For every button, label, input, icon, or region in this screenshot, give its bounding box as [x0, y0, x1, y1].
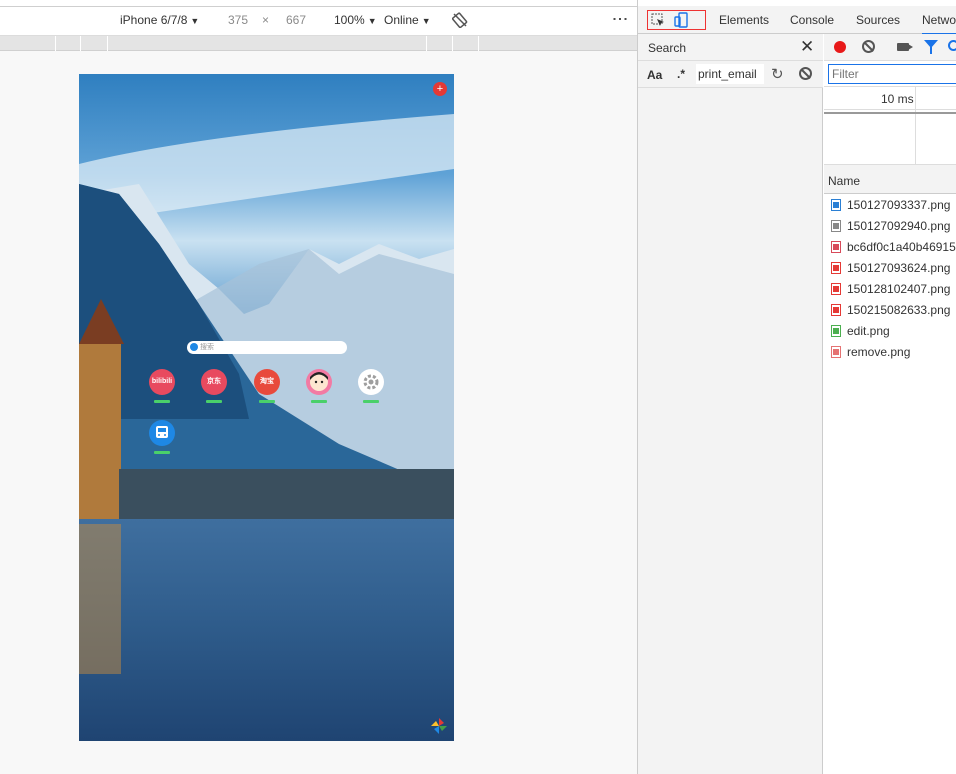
table-row[interactable]: edit.png [824, 320, 956, 341]
request-name: 150215082633.png [847, 303, 951, 317]
more-options-icon[interactable]: ⋮ [611, 11, 628, 27]
search-query-input[interactable] [696, 64, 764, 84]
timeline-label: 10 ms [881, 92, 914, 106]
add-button[interactable]: + [433, 82, 447, 96]
table-row[interactable]: 150127093337.png [824, 194, 956, 215]
file-image-icon [831, 283, 841, 295]
request-name: 150128102407.png [847, 282, 951, 296]
toolbar-divider [0, 6, 637, 7]
file-image-icon [831, 241, 841, 253]
network-toolbar [824, 34, 956, 61]
train-icon [156, 426, 168, 438]
camera-icon[interactable] [897, 43, 913, 51]
table-row[interactable]: 150215082633.png [824, 299, 956, 320]
app-label [363, 400, 379, 403]
settings-app-icon[interactable] [358, 369, 384, 395]
device-toolbar: iPhone 6/7/8 ▼ 375 × 667 100% ▼ Online ▼ ⋮ [0, 0, 637, 36]
request-name: 150127093624.png [847, 261, 951, 275]
search-input[interactable]: 搜索 [187, 341, 347, 354]
match-case-toggle[interactable]: Aa [647, 68, 662, 82]
timeline-overview[interactable]: 10 ms [824, 87, 956, 165]
phone-screen[interactable]: + 搜索 bilibili 京东 淘宝 [79, 74, 454, 741]
throttle-value: Online [384, 13, 419, 27]
devtools-panel: Elements Console Sources Netwo Search ✕ … [637, 0, 956, 774]
app-label [206, 400, 222, 403]
device-select[interactable]: iPhone 6/7/8 ▼ [120, 13, 199, 27]
file-image-icon [831, 199, 841, 211]
height-input[interactable]: 667 [286, 13, 306, 27]
throttle-select[interactable]: Online ▼ [384, 13, 431, 27]
tab-console[interactable]: Console [790, 13, 834, 27]
search-header: Search ✕ [638, 34, 823, 61]
record-button[interactable] [834, 41, 846, 53]
regex-toggle[interactable]: .* [677, 67, 685, 81]
refresh-icon[interactable]: ↻ [771, 65, 784, 83]
table-row[interactable]: bc6df0c1a40b46915c [824, 236, 956, 257]
file-image-icon [831, 304, 841, 316]
table-row[interactable]: remove.png [824, 341, 956, 362]
dimension-separator: × [262, 13, 270, 27]
request-name: 150127092940.png [847, 219, 951, 233]
avatar-app-icon[interactable] [306, 369, 332, 395]
file-image-icon [831, 325, 841, 337]
clear-log-icon[interactable] [862, 40, 875, 53]
filter-icon[interactable] [924, 40, 938, 54]
request-name: edit.png [847, 324, 890, 338]
file-image-icon [831, 262, 841, 274]
request-list: 150127093337.png 150127092940.png bc6df0c1… [824, 194, 956, 362]
table-row[interactable]: 150127092940.png [824, 215, 956, 236]
tab-sources[interactable]: Sources [856, 13, 900, 27]
train-app-icon[interactable] [149, 420, 175, 446]
media-query-ruler [0, 36, 637, 51]
close-icon[interactable]: ✕ [800, 37, 814, 57]
search-options: Aa .* ↻ [638, 61, 823, 88]
request-name: 150127093337.png [847, 198, 951, 212]
search-icon[interactable] [948, 40, 956, 51]
network-panel: 10 ms Name 150127093337.png 150127092940.… [824, 34, 956, 774]
name-header-label: Name [828, 174, 861, 188]
request-name: remove.png [847, 345, 911, 359]
chevron-down-icon: ▼ [367, 16, 377, 26]
inspect-toggle-group [647, 10, 706, 30]
device-name: iPhone 6/7/8 [120, 13, 188, 27]
table-row[interactable]: 150128102407.png [824, 278, 956, 299]
avatar [310, 372, 328, 391]
search-icon [190, 343, 198, 351]
zoom-select[interactable]: 100% ▼ [334, 13, 377, 27]
device-toggle-icon[interactable] [674, 12, 688, 28]
tab-network[interactable]: Netwo [922, 13, 956, 35]
request-name: bc6df0c1a40b46915c [847, 240, 956, 254]
browser-window: iPhone 6/7/8 ▼ 375 × 667 100% ▼ Online ▼ ⋮ [0, 0, 956, 774]
filter-bar [824, 61, 956, 87]
name-column-header[interactable]: Name [824, 165, 956, 194]
search-drawer: Search ✕ Aa .* ↻ [638, 34, 823, 774]
bilibili-app-icon[interactable]: bilibili [149, 369, 175, 395]
app-label [154, 451, 170, 454]
search-title: Search [648, 41, 687, 55]
file-image-icon [831, 220, 841, 232]
file-image-icon [831, 346, 841, 358]
app-label [311, 400, 327, 403]
landscape-wallpaper [79, 74, 454, 741]
tab-elements[interactable]: Elements [719, 13, 769, 27]
devtools-tabbar: Elements Console Sources Netwo [638, 0, 956, 35]
taobao-app-icon[interactable]: 淘宝 [254, 369, 280, 395]
jd-app-icon[interactable]: 京东 [201, 369, 227, 395]
pinwheel-icon[interactable] [431, 718, 447, 734]
chevron-down-icon: ▼ [421, 16, 431, 26]
chevron-down-icon: ▼ [190, 16, 200, 26]
gear-icon [363, 374, 379, 390]
clear-icon[interactable] [799, 67, 812, 80]
rotate-icon[interactable] [452, 12, 468, 28]
inspect-element-icon[interactable] [651, 13, 665, 27]
emulated-viewport: + 搜索 bilibili 京东 淘宝 [0, 51, 637, 774]
search-hint: 搜索 [200, 344, 214, 351]
width-input[interactable]: 375 [228, 13, 248, 27]
filter-input[interactable] [828, 64, 956, 84]
app-label [259, 400, 275, 403]
zoom-value: 100% [334, 13, 365, 27]
table-row[interactable]: 150127093624.png [824, 257, 956, 278]
app-label [154, 400, 170, 403]
